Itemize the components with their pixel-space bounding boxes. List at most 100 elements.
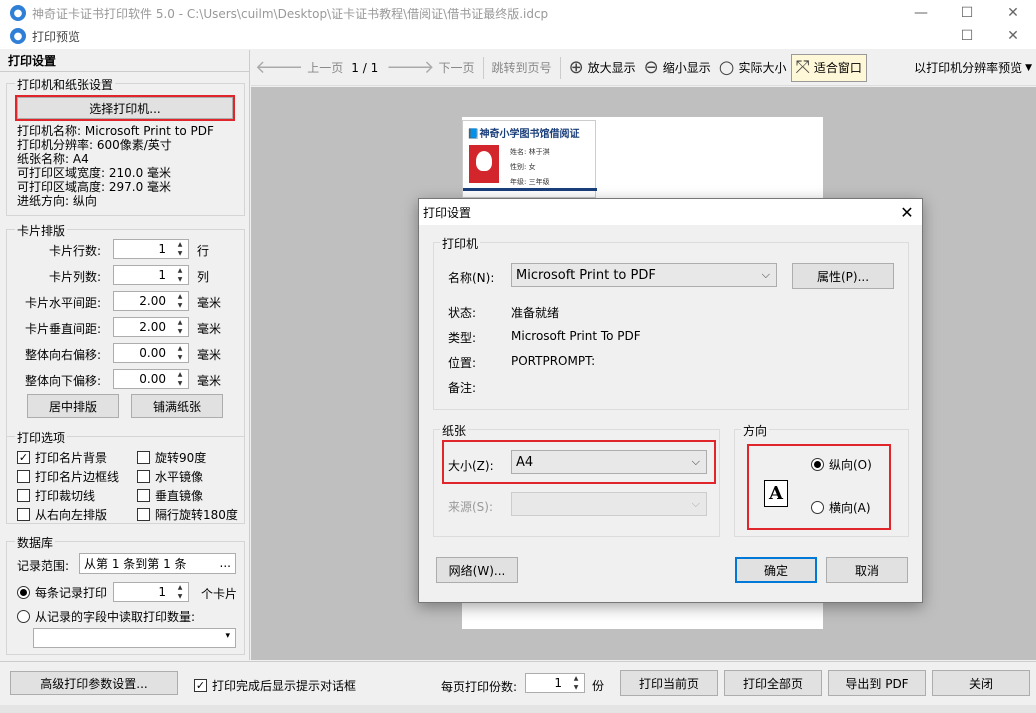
print-setup-dialog: 打印设置 ✕ 打印机 名称(N): Microsoft Print to PDF… (418, 198, 923, 603)
student-photo (469, 145, 499, 183)
printer-section: 打印机 名称(N): Microsoft Print to PDF ⌵ 属性(P)… (433, 235, 909, 410)
spin-arrows-icon[interactable]: ▲ ▼ (174, 345, 186, 361)
v-spacing-value: 2.00 (139, 320, 166, 334)
paper-section: 纸张 大小(Z): A4 ⌵ 来源(S): ⌵ (433, 422, 720, 537)
copies-unit: 份 (592, 679, 605, 693)
radio-label: 每条记录打印 (35, 586, 108, 600)
per-record-radio[interactable]: 每条记录打印 (17, 584, 107, 601)
spin-arrows-icon[interactable]: ▲ ▼ (174, 319, 186, 335)
card-gender-field: 性别: 女 (510, 163, 536, 171)
landscape-radio[interactable]: 横向(A) (811, 499, 871, 516)
status-strip (0, 705, 1036, 713)
status-value: 准备就绪 (511, 306, 560, 320)
radio-label: 纵向(O) (829, 458, 872, 472)
toolbar-divider (482, 56, 484, 79)
panel-header: 打印设置 (0, 50, 249, 72)
properties-button[interactable]: 属性(P)... (792, 263, 894, 289)
feed-direction-info: 进纸方向: 纵向 (17, 194, 97, 208)
print-all-button[interactable]: 打印全部页 (724, 670, 822, 696)
h-spacing-stepper[interactable]: 2.00 ▲ ▼ (113, 291, 189, 311)
maximize-icon[interactable]: ☐ (944, 23, 990, 49)
close-icon[interactable]: ✕ (892, 203, 922, 222)
select-printer-button[interactable]: 选择打印机... (15, 95, 235, 121)
spin-arrows-icon[interactable]: ▲ ▼ (174, 293, 186, 309)
close-icon[interactable]: ✕ (990, 23, 1036, 49)
copies-label: 每页打印份数: (441, 680, 518, 694)
per-record-stepper[interactable]: 1 ▲ ▼ (113, 582, 189, 602)
goto-page-button[interactable]: 跳转到页号 (488, 54, 556, 82)
chevron-down-icon: ▾ (225, 631, 230, 641)
from-field-radio[interactable]: 从记录的字段中读取打印数量: (17, 608, 195, 625)
checkbox-label: 垂直镜像 (155, 489, 204, 503)
zoom-in-button[interactable]: ⊕ 放大显示 (565, 54, 640, 82)
print-current-button[interactable]: 打印当前页 (620, 670, 718, 696)
print-border-checkbox[interactable]: 打印名片边框线 (17, 468, 119, 485)
type-value: Microsoft Print To PDF (511, 329, 641, 343)
actual-size-button[interactable]: ○ 实际大小 (715, 54, 791, 82)
ok-button[interactable]: 确定 (735, 557, 817, 583)
v-spacing-label: 卡片垂直间距: (24, 322, 101, 336)
advanced-settings-button[interactable]: 高级打印参数设置... (10, 671, 178, 695)
preview-window-title: 打印预览 (32, 29, 81, 44)
right-to-left-checkbox[interactable]: 从右向左排版 (17, 506, 107, 523)
print-background-checkbox[interactable]: ✓ 打印名片背景 (17, 449, 107, 466)
printer-name-value: Microsoft Print to PDF (516, 267, 656, 283)
paper-size-value: A4 (516, 454, 534, 470)
h-spacing-label: 卡片水平间距: (24, 296, 101, 310)
spin-arrows-icon[interactable]: ▲ ▼ (174, 241, 186, 257)
rows-unit: 行 (197, 244, 210, 258)
offset-right-stepper[interactable]: 0.00 ▲ ▼ (113, 343, 189, 363)
per-record-unit: 个卡片 (201, 587, 238, 601)
prev-page-button[interactable]: 🡐 上一页 (251, 54, 347, 82)
h-mirror-checkbox[interactable]: 水平镜像 (137, 468, 203, 485)
per-record-value: 1 (158, 585, 166, 599)
radio-dot (811, 458, 824, 471)
v-spacing-stepper[interactable]: 2.00 ▲ ▼ (113, 317, 189, 337)
printer-name-select[interactable]: Microsoft Print to PDF ⌵ (511, 263, 777, 287)
print-cutline-checkbox[interactable]: 打印裁切线 (17, 487, 95, 504)
spin-arrows-icon[interactable]: ▲ ▼ (174, 267, 186, 283)
portrait-radio[interactable]: 纵向(O) (811, 456, 872, 473)
zoom-out-button[interactable]: ⊖ 缩小显示 (640, 54, 715, 82)
dialog-title: 打印设置 (423, 205, 472, 220)
close-button[interactable]: 关闭 (932, 670, 1030, 696)
chevron-down-icon: ⌵ (691, 455, 700, 468)
spin-arrows-icon[interactable]: ▲ ▼ (174, 584, 186, 600)
center-layout-button[interactable]: 居中排版 (27, 394, 119, 418)
checkbox-box (137, 470, 150, 483)
record-range-label: 记录范围: (17, 559, 70, 573)
checkbox-label: 打印名片背景 (35, 451, 108, 465)
fill-paper-button[interactable]: 铺满纸张 (131, 394, 223, 418)
cols-stepper[interactable]: 1 ▲ ▼ (113, 265, 189, 285)
copies-stepper[interactable]: 1 ▲ ▼ (525, 673, 585, 693)
offset-down-value: 0.00 (139, 372, 166, 386)
paper-size-select[interactable]: A4 ⌵ (511, 450, 707, 474)
v-mirror-checkbox[interactable]: 垂直镜像 (137, 487, 203, 504)
resolution-preview-dropdown[interactable]: 以打印机分辨率预览 ▼ (910, 54, 1036, 82)
location-label: 位置: (448, 356, 477, 370)
record-range-button[interactable]: ... (220, 556, 231, 570)
zoom-out-label: 缩小显示 (662, 61, 711, 75)
type-label: 类型: (448, 331, 477, 345)
field-select[interactable]: ▾ (33, 628, 236, 648)
printer-resolution-info: 打印机分辨率: 600像素/英寸 (17, 138, 172, 152)
alt-rotate-180-checkbox[interactable]: 隔行旋转180度 (137, 506, 238, 523)
spin-arrows-icon[interactable]: ▲ ▼ (570, 675, 582, 691)
orientation-section-title: 方向 (741, 422, 770, 439)
checkbox-label: 隔行旋转180度 (155, 508, 238, 522)
fit-window-button[interactable]: ⤧ 适合窗口 (790, 53, 867, 82)
record-range-field[interactable]: 从第 1 条到第 1 条 ... (79, 553, 236, 574)
offset-down-stepper[interactable]: 0.00 ▲ ▼ (113, 369, 189, 389)
rows-stepper[interactable]: 1 ▲ ▼ (113, 239, 189, 259)
show-prompt-checkbox[interactable]: ✓ 打印完成后显示提示对话框 (194, 677, 356, 694)
paper-source-select[interactable]: ⌵ (511, 492, 707, 516)
copies-value: 1 (554, 676, 562, 690)
spin-arrows-icon[interactable]: ▲ ▼ (174, 371, 186, 387)
next-page-button[interactable]: 🡒 下一页 (382, 54, 478, 82)
network-button[interactable]: 网络(W)... (436, 557, 518, 583)
cancel-button[interactable]: 取消 (826, 557, 908, 583)
app-logo-icon: ● (10, 5, 26, 21)
h-spacing-value: 2.00 (139, 294, 166, 308)
rotate-90-checkbox[interactable]: 旋转90度 (137, 449, 206, 466)
export-pdf-button[interactable]: 导出到 PDF (828, 670, 926, 696)
